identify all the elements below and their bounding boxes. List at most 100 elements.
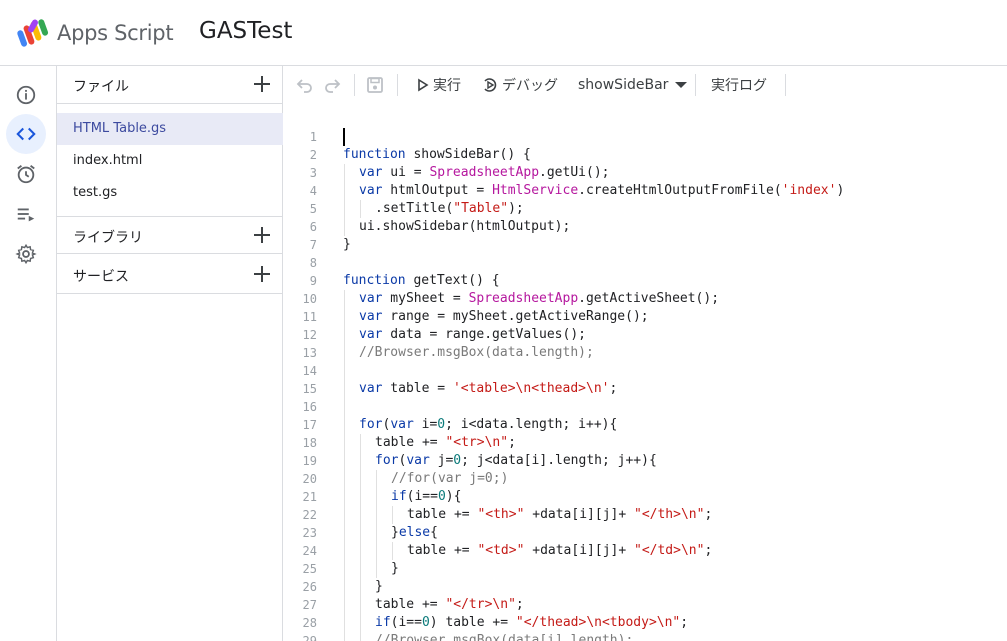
file-item-index-html[interactable]: index.html xyxy=(57,145,283,177)
gear-icon xyxy=(15,243,37,265)
code-token: ){ xyxy=(445,489,462,504)
line-number: 14 xyxy=(302,364,317,378)
line-number: 15 xyxy=(302,382,317,396)
code-token: i= xyxy=(413,417,438,432)
rail-triggers-button[interactable] xyxy=(6,154,46,194)
line-number: 24 xyxy=(302,544,317,558)
code-text: for(var j=0; j<data[i].length; j++){ xyxy=(375,452,657,470)
code-text: var data = range.getValues(); xyxy=(359,326,586,344)
indent-guide xyxy=(376,542,377,560)
rail-settings-button[interactable] xyxy=(6,234,46,274)
code-line[interactable]: 18 table += "<tr>\n"; xyxy=(283,434,1007,452)
code-line[interactable]: 7} xyxy=(283,236,1007,254)
toolbar-separator xyxy=(695,74,696,96)
code-line[interactable]: 1 xyxy=(283,128,1007,146)
code-line[interactable]: 4 var htmlOutput = HtmlService.createHtml… xyxy=(283,182,1007,200)
alarm-icon xyxy=(17,165,35,184)
code-token: 0 xyxy=(437,489,446,504)
redo-icon[interactable] xyxy=(322,75,342,95)
code-line[interactable]: 12 var data = range.getValues(); xyxy=(283,326,1007,344)
code-token: ; xyxy=(704,507,713,522)
line-number: 12 xyxy=(302,328,317,342)
code-line[interactable]: 3 var ui = SpreadsheetApp.getUi(); xyxy=(283,164,1007,182)
code-token: var xyxy=(359,291,383,306)
code-editor[interactable]: 1 2 function showSideBar() {3 var ui = Spre… xyxy=(283,104,1007,641)
code-token: var xyxy=(359,309,383,324)
code-line[interactable]: 16 xyxy=(283,398,1007,416)
file-item-html-table[interactable]: HTML Table.gs xyxy=(57,113,283,145)
code-line[interactable]: 24 table += "<td>" +data[i][j]+ "</td>\n"… xyxy=(283,542,1007,560)
code-line[interactable]: 19 for(var j=0; j<data[i].length; j++){ xyxy=(283,452,1007,470)
debug-button[interactable]: デバッグ xyxy=(482,66,558,104)
code-line[interactable]: 2 function showSideBar() { xyxy=(283,146,1007,164)
code-token: function xyxy=(343,147,406,162)
toolbar-separator xyxy=(397,74,398,96)
rail-executions-button[interactable] xyxy=(6,194,46,234)
apps-script-logo-icon[interactable] xyxy=(16,17,50,49)
line-number: 20 xyxy=(302,472,317,486)
line-number: 18 xyxy=(302,436,317,450)
save-icon[interactable] xyxy=(365,75,385,95)
code-line[interactable]: 23}else{ xyxy=(283,524,1007,542)
indent-guide xyxy=(344,164,345,182)
code-line[interactable]: 26} xyxy=(283,578,1007,596)
code-line[interactable]: 20 //for(var j=0;) xyxy=(283,470,1007,488)
code-line[interactable]: 29 //Browser.msgBox(data[i].length); xyxy=(283,632,1007,641)
add-service-plus-icon[interactable] xyxy=(251,263,273,285)
code-line[interactable]: 10 var mySheet = SpreadsheetApp.getActive… xyxy=(283,290,1007,308)
code-text: var range = mySheet.getActiveRange(); xyxy=(359,308,649,326)
code-token: (i== xyxy=(406,489,438,504)
project-name[interactable]: GASTest xyxy=(199,18,292,44)
code-text: .setTitle("Table"); xyxy=(375,200,524,218)
indent-guide xyxy=(360,614,361,632)
code-token: //Browser.msgBox(data[i].length); xyxy=(375,633,634,641)
code-line[interactable]: 5 .setTitle("Table"); xyxy=(283,200,1007,218)
code-line[interactable]: 8 xyxy=(283,254,1007,272)
code-token: 0 xyxy=(453,453,462,468)
code-token: if xyxy=(375,615,391,630)
add-library-plus-icon[interactable] xyxy=(251,224,273,246)
line-number: 1 xyxy=(309,130,317,144)
indent-guide xyxy=(360,632,361,641)
app-name[interactable]: Apps Script xyxy=(57,21,174,45)
code-line[interactable]: 15 var table = '<table>\n<thead>\n'; xyxy=(283,380,1007,398)
line-number: 27 xyxy=(302,598,317,612)
code-line[interactable]: 28 if(i==0) table += "</thead>\n<tbody>\n… xyxy=(283,614,1007,632)
code-line[interactable]: 6 ui.showSidebar(htmlOutput); xyxy=(283,218,1007,236)
code-text: table += "<th>" +data[i][j]+ "</th>\n"; xyxy=(407,506,712,524)
undo-icon[interactable] xyxy=(295,75,315,95)
editor-toolbar: 実行 デバッグ showSideBar 実行ログ xyxy=(283,66,1007,104)
libraries-section-header[interactable]: ライブラリ xyxy=(57,216,283,254)
code-line[interactable]: 13 //Browser.msgBox(data.length); xyxy=(283,344,1007,362)
indent-guide xyxy=(392,506,393,524)
function-select[interactable]: showSideBar xyxy=(578,66,692,104)
rail-editor-button[interactable] xyxy=(6,114,46,154)
indent-guide xyxy=(376,488,377,506)
code-line[interactable]: 21 if(i==0){ xyxy=(283,488,1007,506)
code-line[interactable]: 22 table += "<th>" +data[i][j]+ "</th>\n"… xyxy=(283,506,1007,524)
add-file-plus-icon[interactable] xyxy=(251,73,273,95)
rail-overview-button[interactable] xyxy=(6,75,46,115)
run-button[interactable]: 実行 xyxy=(417,66,461,104)
indent-guide xyxy=(344,524,345,542)
code-line[interactable]: 11 var range = mySheet.getActiveRange(); xyxy=(283,308,1007,326)
indent-guide xyxy=(376,470,377,488)
code-line[interactable]: 14 xyxy=(283,362,1007,380)
code-line[interactable]: 9 function getText() { xyxy=(283,272,1007,290)
code-lines[interactable]: 1 2 function showSideBar() {3 var ui = Spre… xyxy=(283,128,1007,641)
code-token: (i== xyxy=(390,615,422,630)
line-number: 21 xyxy=(302,490,317,504)
file-item-test-gs[interactable]: test.gs xyxy=(57,177,283,209)
indent-guide xyxy=(360,200,361,218)
services-section-header[interactable]: サービス xyxy=(57,256,283,294)
code-line[interactable]: 25} xyxy=(283,560,1007,578)
execution-log-button[interactable]: 実行ログ xyxy=(711,66,767,104)
indent-guide xyxy=(344,614,345,632)
code-token: ; j<data[i].length; j++){ xyxy=(461,453,657,468)
code-token: if xyxy=(391,489,407,504)
code-line[interactable]: 27 table += "</tr>\n"; xyxy=(283,596,1007,614)
indent-guide xyxy=(360,578,361,596)
indent-guide xyxy=(344,398,345,416)
indent-guide xyxy=(344,488,345,506)
code-line[interactable]: 17 for(var i=0; i<data.length; i++){ xyxy=(283,416,1007,434)
